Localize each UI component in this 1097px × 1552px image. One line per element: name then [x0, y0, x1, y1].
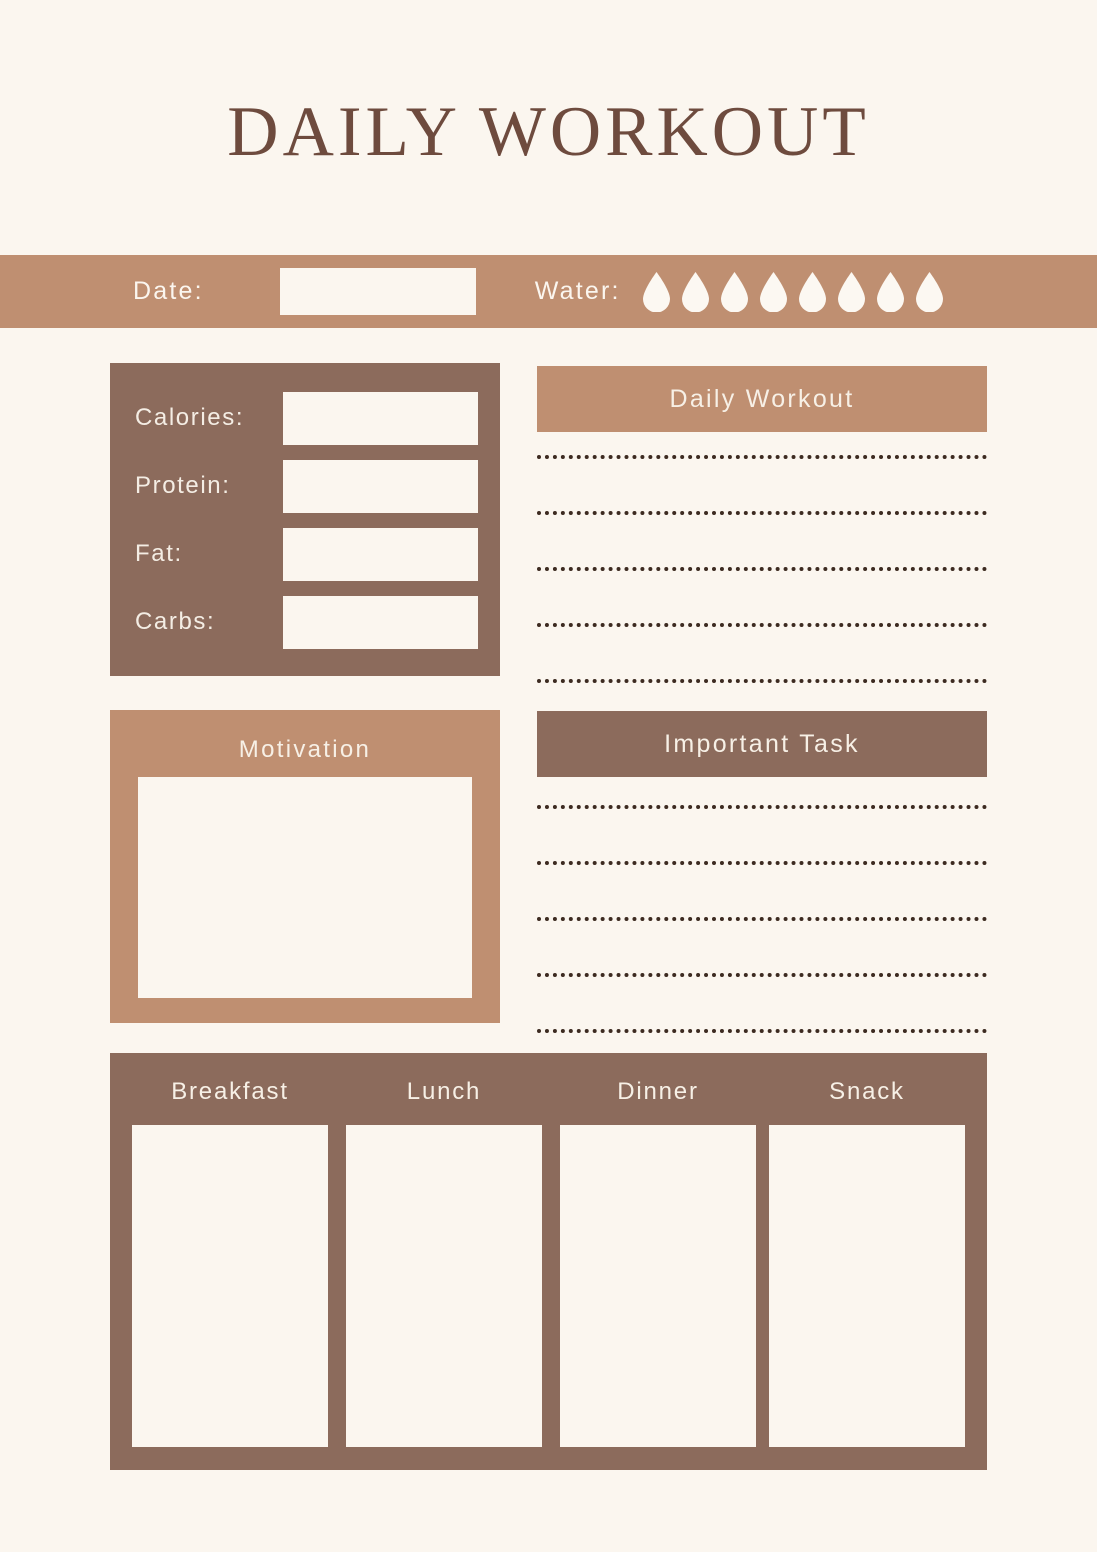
- task-line[interactable]: [537, 917, 987, 973]
- lunch-input[interactable]: [346, 1125, 542, 1447]
- task-line[interactable]: [537, 973, 987, 1029]
- water-droplet-icon[interactable]: [915, 271, 943, 312]
- motivation-panel: Motivation: [110, 710, 500, 1023]
- water-droplet-icon[interactable]: [876, 271, 904, 312]
- workout-line[interactable]: [537, 455, 987, 511]
- task-line[interactable]: [537, 805, 987, 861]
- fat-label: Fat:: [135, 540, 183, 567]
- water-droplet-icon[interactable]: [720, 271, 748, 312]
- water-droplet-icon[interactable]: [798, 271, 826, 312]
- workout-line[interactable]: [537, 567, 987, 623]
- meal-column-lunch: Lunch: [346, 1053, 542, 1470]
- important-task-header: Important Task: [537, 711, 987, 777]
- protein-input[interactable]: [283, 459, 478, 513]
- date-input[interactable]: [279, 268, 476, 315]
- date-water-bar: Date: Water:: [0, 255, 1097, 328]
- snack-input[interactable]: [769, 1125, 965, 1447]
- nutrition-row-protein: Protein:: [110, 459, 500, 513]
- dinner-label: Dinner: [617, 1078, 699, 1105]
- meal-column-dinner: Dinner: [560, 1053, 756, 1470]
- nutrition-row-carbs: Carbs:: [110, 595, 500, 649]
- important-task-lines: [537, 805, 987, 1085]
- water-label: Water:: [534, 277, 621, 305]
- workout-line[interactable]: [537, 623, 987, 679]
- daily-workout-header: Daily Workout: [537, 366, 987, 432]
- daily-workout-lines: [537, 455, 987, 735]
- breakfast-label: Breakfast: [171, 1078, 289, 1105]
- meal-column-snack: Snack: [769, 1053, 965, 1470]
- water-droplet-icon[interactable]: [681, 271, 709, 312]
- protein-label: Protein:: [135, 472, 231, 499]
- page-title: DAILY WORKOUT: [227, 93, 870, 171]
- nutrition-row-fat: Fat:: [110, 527, 500, 581]
- calories-label: Calories:: [135, 404, 245, 431]
- dinner-input[interactable]: [560, 1125, 756, 1447]
- meal-column-breakfast: Breakfast: [132, 1053, 328, 1470]
- water-tracker: [642, 271, 943, 312]
- fat-input[interactable]: [283, 527, 478, 581]
- nutrition-row-calories: Calories:: [110, 391, 500, 445]
- carbs-input[interactable]: [283, 595, 478, 649]
- motivation-title: Motivation: [238, 736, 372, 763]
- date-label: Date:: [133, 277, 204, 305]
- task-line[interactable]: [537, 861, 987, 917]
- lunch-label: Lunch: [406, 1078, 482, 1105]
- snack-label: Snack: [829, 1078, 905, 1105]
- breakfast-input[interactable]: [132, 1125, 328, 1447]
- water-droplet-icon[interactable]: [837, 271, 865, 312]
- nutrition-panel: Calories: Protein: Fat: Carbs:: [110, 363, 500, 676]
- calories-input[interactable]: [283, 391, 478, 445]
- water-droplet-icon[interactable]: [759, 271, 787, 312]
- workout-line[interactable]: [537, 511, 987, 567]
- motivation-input[interactable]: [138, 777, 472, 998]
- carbs-label: Carbs:: [135, 608, 216, 635]
- meals-panel: Breakfast Lunch Dinner Snack: [110, 1053, 987, 1470]
- water-droplet-icon[interactable]: [642, 271, 670, 312]
